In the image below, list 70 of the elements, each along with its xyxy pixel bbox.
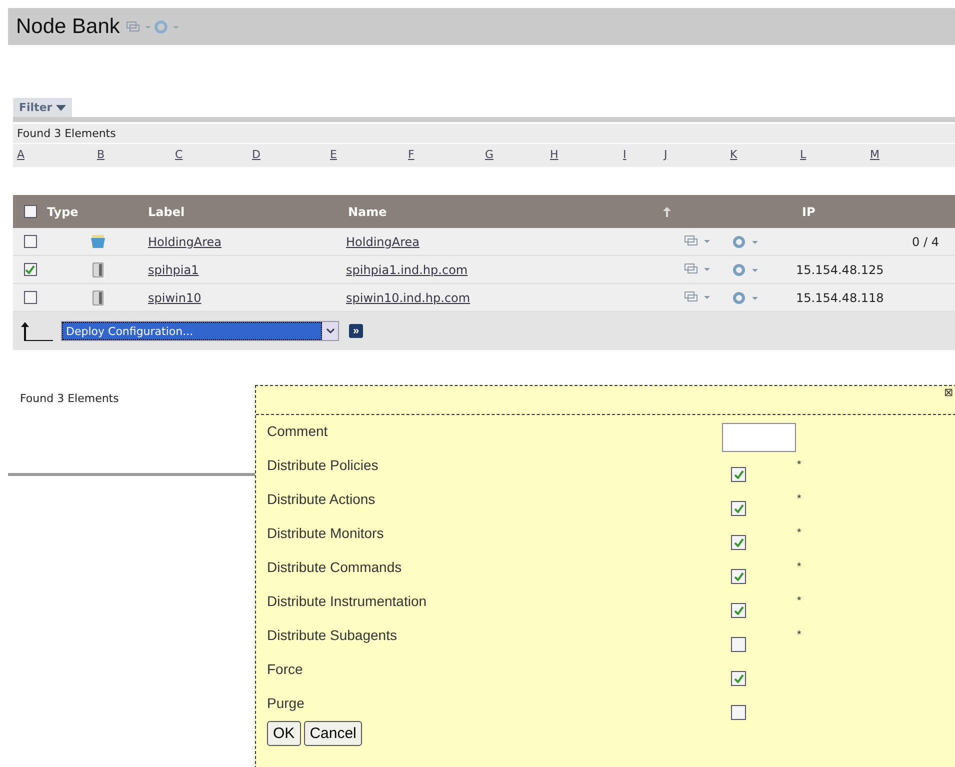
column-header[interactable]: IP — [802, 204, 816, 218]
letter-link[interactable]: A — [17, 148, 97, 161]
row-checkbox[interactable] — [24, 235, 36, 248]
dialog-button[interactable]: OK — [267, 721, 301, 746]
letter-link[interactable]: D — [252, 148, 330, 161]
ip-address: 15.154.48.125 — [796, 262, 884, 276]
option-checkbox[interactable] — [731, 569, 746, 584]
option-checkbox[interactable] — [731, 501, 746, 516]
dialog-button[interactable]: Cancel — [304, 721, 362, 746]
letter-link[interactable]: B — [97, 148, 175, 161]
option-label: Distribute Subagents — [267, 627, 398, 643]
required-mark: * — [797, 493, 802, 505]
action-dropdown[interactable]: Deploy Configuration... — [61, 321, 339, 341]
filter-tab[interactable]: Filter — [13, 98, 72, 117]
required-mark: * — [797, 561, 802, 573]
letter-link[interactable]: K — [730, 148, 800, 161]
letter-link[interactable]: G — [485, 148, 550, 161]
close-button[interactable]: ⊠ — [941, 386, 955, 400]
option-checkbox[interactable] — [731, 603, 746, 618]
letter-link[interactable]: C — [175, 148, 252, 161]
required-mark: * — [797, 527, 802, 539]
chevron-down-icon — [326, 328, 334, 334]
option-label: Distribute Commands — [267, 559, 403, 575]
caret-icon — [56, 105, 66, 111]
option-label: Distribute Policies — [267, 457, 380, 473]
option-checkbox[interactable] — [731, 535, 746, 550]
row-checkbox[interactable] — [24, 263, 36, 276]
label-link[interactable]: HoldingArea — [148, 234, 222, 248]
name-link[interactable]: spiwin10.ind.hp.com — [346, 290, 470, 304]
comment-field[interactable] — [722, 423, 796, 452]
letter-link[interactable]: I — [623, 148, 664, 161]
folder-icon — [90, 234, 106, 250]
option-label: Distribute Instrumentation — [267, 593, 428, 609]
results-count: Found 3 Elements — [13, 124, 955, 144]
required-mark: * — [797, 459, 802, 471]
option-checkbox[interactable] — [731, 705, 746, 720]
option-checkbox[interactable] — [731, 671, 746, 686]
required-mark: * — [797, 595, 802, 607]
up-arrow-icon — [19, 320, 55, 342]
letter-link[interactable]: F — [408, 148, 485, 161]
option-label: Distribute Actions — [267, 491, 376, 507]
sort-up-icon — [662, 206, 672, 218]
option-checkbox[interactable] — [731, 467, 746, 482]
letter-link[interactable]: E — [330, 148, 408, 161]
column-header: Type — [47, 204, 78, 218]
name-link[interactable]: spihpia1.ind.hp.com — [346, 262, 468, 276]
server-icon — [90, 262, 106, 278]
server-icon — [90, 290, 106, 306]
option-checkbox[interactable] — [731, 637, 746, 652]
required-mark: * — [797, 629, 802, 641]
node-count: 0 / 4 — [912, 234, 939, 248]
label-link[interactable]: spihpia1 — [148, 262, 199, 276]
results-count: Found 3 Elements — [20, 392, 120, 405]
letter-link[interactable]: M — [870, 148, 940, 161]
ip-address: 15.154.48.118 — [796, 290, 884, 304]
letter-link[interactable]: L — [800, 148, 870, 161]
row-checkbox[interactable] — [24, 291, 36, 304]
letter-link[interactable]: H — [550, 148, 623, 161]
option-label: Distribute Monitors — [267, 525, 385, 541]
option-label: Purge — [267, 695, 306, 711]
select-all-checkbox[interactable] — [24, 205, 36, 218]
page-title: Node Bank — [16, 14, 120, 38]
column-header[interactable]: Label — [148, 204, 185, 218]
column-header[interactable]: Name — [348, 204, 387, 218]
go-button[interactable]: » — [349, 324, 364, 338]
option-label: Comment — [267, 423, 329, 439]
name-link[interactable]: HoldingArea — [346, 234, 420, 248]
label-link[interactable]: spiwin10 — [148, 290, 202, 304]
option-label: Force — [267, 661, 304, 677]
letter-link[interactable]: J — [664, 148, 730, 161]
